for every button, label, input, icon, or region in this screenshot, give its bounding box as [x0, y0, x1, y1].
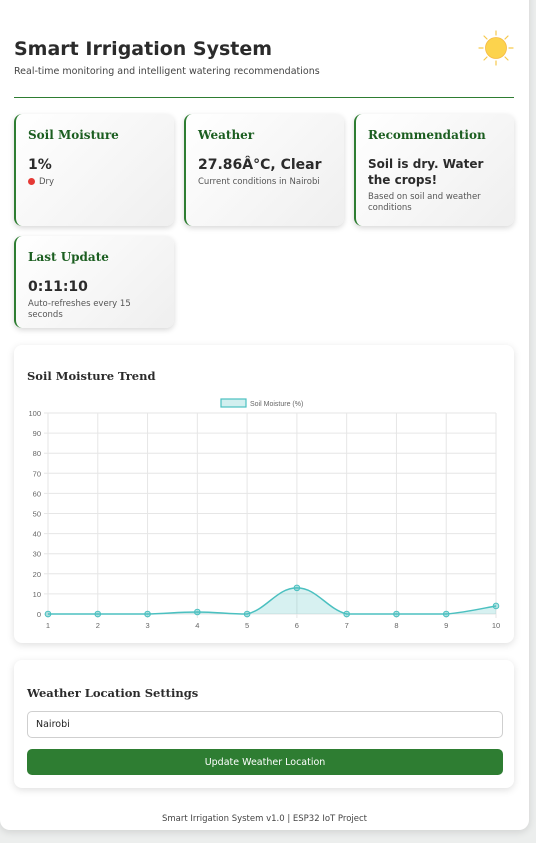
update-location-button[interactable]: Update Weather Location [27, 749, 503, 775]
data-point [393, 610, 400, 618]
y-tick-label: 10 [33, 590, 41, 599]
y-tick-label: 90 [33, 429, 41, 438]
y-tick-label: 40 [33, 530, 41, 539]
y-tick-label: 0 [37, 610, 41, 619]
soil-status-label: Dry [39, 177, 55, 187]
location-settings-panel: Weather Location Settings Update Weather… [14, 660, 514, 788]
soil-trend-panel: Soil Moisture Trend 0 10 20 30 40 50 60 70 80 90 1… [14, 345, 514, 643]
y-tick-label: 80 [33, 449, 41, 458]
weather-title: Weather [198, 128, 255, 142]
sun-icon [478, 30, 514, 66]
weather-card: Weather 27.86Â°C, Clear Current conditio… [184, 114, 344, 226]
location-input[interactable] [27, 711, 503, 738]
x-tick-label: 10 [492, 621, 500, 630]
legend-swatch [220, 398, 247, 408]
page-title: Smart Irrigation System [14, 38, 273, 60]
footer-text: Smart Irrigation System v1.0 | ESP32 IoT… [161, 814, 368, 824]
data-point [492, 602, 500, 610]
recommendation-title: Recommendation [368, 128, 486, 142]
y-tick-label: 70 [33, 469, 41, 478]
soil-moisture-value: 1% [28, 157, 52, 173]
recommendation-note: Based on soil and weather conditions [368, 192, 481, 213]
last-update-card: Last Update 0:11:10 Auto-refreshes every… [14, 236, 174, 328]
x-tick-label: 4 [195, 621, 199, 630]
recommendation-value: Soil is dry. Water the crops! [368, 157, 484, 187]
x-tick-label: 1 [46, 621, 50, 630]
y-tick-label: 20 [33, 570, 41, 579]
soil-moisture-title: Soil Moisture [28, 128, 119, 142]
data-point [243, 610, 251, 618]
x-tick-label: 8 [394, 621, 398, 630]
y-tick-label: 100 [28, 409, 41, 418]
location-settings-heading: Weather Location Settings [27, 686, 199, 700]
x-tick-label: 9 [444, 621, 448, 630]
weather-value: 27.86Â°C, Clear [198, 157, 322, 173]
series-area [48, 587, 496, 614]
x-tick-label: 7 [345, 621, 349, 630]
soil-moisture-chart: 0 10 20 30 40 50 60 70 80 90 100 1 2 3 4 5 6 7 8 9 10 Soil Mo… [28, 398, 500, 630]
x-tick-label: 5 [245, 621, 249, 630]
data-point [94, 610, 102, 618]
data-point [343, 610, 350, 618]
legend-label: Soil Moisture (%) [250, 401, 303, 408]
recommendation-card: Recommendation Soil is dry. Water the cr… [354, 114, 514, 226]
page-header: Smart Irrigation System Real-time monito… [14, 30, 514, 98]
y-tick-label: 50 [33, 510, 41, 519]
data-point [44, 610, 52, 618]
last-update-title: Last Update [28, 250, 109, 264]
data-point [194, 608, 201, 616]
soil-status: Dry [28, 177, 162, 188]
data-point [442, 610, 450, 618]
status-dot-icon [28, 178, 35, 185]
weather-note: Current conditions in Nairobi [198, 177, 320, 187]
x-tick-label: 6 [295, 621, 299, 630]
data-point [144, 610, 151, 618]
page-subtitle: Real-time monitoring and intelligent wat… [14, 66, 320, 77]
y-tick-label: 30 [33, 550, 41, 559]
data-point [293, 584, 301, 592]
x-tick-label: 2 [96, 621, 100, 630]
soil-moisture-card: Soil Moisture 1% Dry [14, 114, 174, 226]
y-tick-label: 60 [33, 489, 41, 498]
last-update-note: Auto-refreshes every 15 seconds [28, 299, 131, 320]
last-update-value: 0:11:10 [28, 279, 88, 295]
x-tick-label: 3 [145, 621, 149, 630]
